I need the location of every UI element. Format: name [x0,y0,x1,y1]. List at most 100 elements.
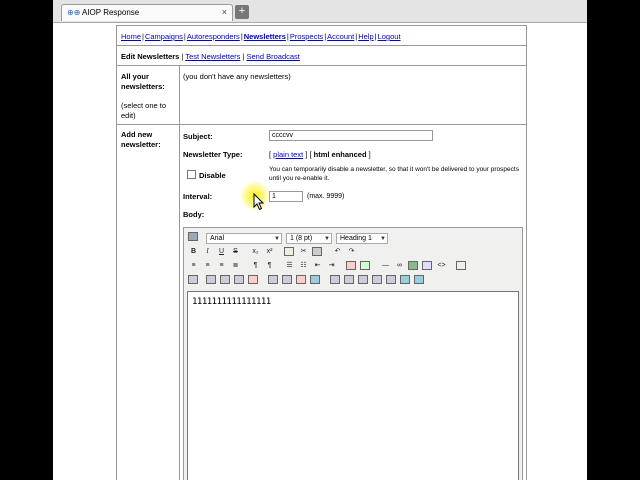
table-layout-icon[interactable] [414,275,424,284]
cell-before-icon[interactable] [372,275,382,284]
rtl-icon[interactable]: ¶ [264,260,275,271]
strikethrough-icon[interactable]: S [230,246,241,257]
type-plain-link[interactable]: plain text [273,150,303,159]
nav-autoresponders[interactable]: Autoresponders [187,32,240,41]
format-select[interactable]: Heading 1 ▼ [336,233,388,244]
nav-logout[interactable]: Logout [378,32,401,41]
editor-toolbar-row-3: ≡ ≡ ≡ ≣ ¶ ¶ ☰ ☷ ⇤ ⇥ — ∞ <> [186,260,522,274]
mouse-pointer-icon [253,193,265,211]
editor-toolbar-row-1: Arial ▼ 1 (8 pt) ▼ Heading 1 ▼ [186,231,522,245]
align-center-icon[interactable]: ≡ [202,260,213,271]
browser-window: ⊕⊕ AIOP Response × + Home|Campaigns|Auto… [53,0,587,480]
paste-icon[interactable] [284,247,294,256]
font-family-value: Arial [210,235,225,242]
browser-tab[interactable]: ⊕⊕ AIOP Response × [61,4,233,21]
new-tab-button[interactable]: + [235,5,249,19]
indent-icon[interactable]: ⇥ [326,260,337,271]
all-newsletters-label: All your newsletters: [121,72,165,91]
type-label: Newsletter Type: [183,150,243,159]
editor-body[interactable]: 1111111111111111 [187,291,519,480]
italic-icon[interactable]: I [202,246,213,257]
subject-input[interactable] [269,130,433,141]
fullscreen-icon[interactable] [456,261,466,270]
table-icon[interactable] [422,261,432,270]
align-left-icon[interactable]: ≡ [188,260,199,271]
nav-campaigns[interactable]: Campaigns [145,32,183,41]
ltr-icon[interactable]: ¶ [250,260,261,271]
superscript-icon[interactable]: x² [264,246,275,257]
favicon-icon: ⊕⊕ [67,8,81,17]
all-newsletters-hint: (select one to edit) [121,101,167,120]
col-before-icon[interactable] [268,275,278,284]
newsletter-panel: Home|Campaigns|Autoresponders|Newsletter… [116,25,527,480]
editor-toolbar-row-4 [186,274,522,288]
bullet-list-icon[interactable]: ☷ [298,260,309,271]
bold-icon[interactable]: B [188,246,199,257]
main-nav: Home|Campaigns|Autoresponders|Newsletter… [117,26,526,46]
undo-icon[interactable]: ↶ [332,246,343,257]
image-icon[interactable] [408,261,418,270]
add-newsletter-label: Add new newsletter: [121,130,161,149]
col-after-icon[interactable] [282,275,292,284]
editor-content: 1111111111111111 [192,297,271,307]
font-size-select[interactable]: 1 (8 pt) ▼ [286,233,332,244]
row-divider [117,124,526,125]
type-options: [ plain text ] [ html enhanced ] [269,150,371,159]
underline-icon[interactable]: U [216,246,227,257]
cell-after-icon[interactable] [386,275,396,284]
table-props-icon[interactable] [358,275,368,284]
editor-toolbar-row-2: B I U S x₂ x² ✂ ↶ ↷ [186,246,522,260]
ordered-list-icon[interactable]: ☰ [284,260,295,271]
copy-icon[interactable] [312,247,322,256]
body-label: Body: [183,210,205,219]
grid-icon[interactable] [400,275,410,284]
subnav-send-broadcast[interactable]: Send Broadcast [247,52,300,61]
nav-prospects[interactable]: Prospects [290,32,323,41]
chevron-down-icon: ▼ [274,236,280,242]
newsletters-empty-text: (you don't have any newsletters) [183,72,291,81]
code-icon[interactable]: <> [436,260,447,271]
interval-hint: (max. 9999) [307,193,345,200]
horizontal-rule-icon[interactable]: — [380,260,391,271]
delete-row-icon[interactable] [248,275,258,284]
interval-label: Interval: [183,192,213,201]
cell-props-icon[interactable] [344,275,354,284]
source-icon[interactable] [188,232,198,241]
type-html-selected: html enhanced [313,150,367,159]
link-icon[interactable]: ∞ [394,260,405,271]
tab-strip: ⊕⊕ AIOP Response × + [53,0,587,23]
chevron-down-icon: ▼ [380,236,386,242]
delete-col-icon[interactable] [296,275,306,284]
subnav-test-newsletters[interactable]: Test Newsletters [185,52,240,61]
align-right-icon[interactable]: ≡ [216,260,227,271]
subscript-icon[interactable]: x₂ [250,246,261,257]
outdent-icon[interactable]: ⇤ [312,260,323,271]
subnav-current: Edit Newsletters [121,52,180,61]
split-cells-icon[interactable] [310,275,320,284]
text-color-icon[interactable] [346,261,356,270]
sub-nav: Edit Newsletters | Test Newsletters | Se… [117,46,526,66]
interval-input[interactable] [269,191,303,202]
tab-close-icon[interactable]: × [222,7,227,17]
align-justify-icon[interactable]: ≣ [230,260,241,271]
nav-help[interactable]: Help [358,32,373,41]
nav-newsletters[interactable]: Newsletters [244,32,286,41]
nav-account[interactable]: Account [327,32,354,41]
table-row-props-icon[interactable] [206,275,216,284]
nav-home[interactable]: Home [121,32,141,41]
merge-cells-icon[interactable] [330,275,340,284]
subject-label: Subject: [183,132,213,141]
cut-icon[interactable]: ✂ [298,246,309,257]
row-after-icon[interactable] [234,275,244,284]
redo-icon[interactable]: ↷ [346,246,357,257]
disable-label: Disable [199,171,226,180]
insert-table-icon[interactable] [188,275,198,284]
format-value: Heading 1 [340,235,372,242]
row-before-icon[interactable] [220,275,230,284]
font-family-select[interactable]: Arial ▼ [206,233,282,244]
background-color-icon[interactable] [360,261,370,270]
disable-help-text: You can temporarily disable a newsletter… [269,166,519,182]
disable-checkbox[interactable] [187,170,196,179]
rich-text-editor: Arial ▼ 1 (8 pt) ▼ Heading 1 ▼ B I U S x₂ x… [183,227,523,480]
column-divider [179,66,180,480]
